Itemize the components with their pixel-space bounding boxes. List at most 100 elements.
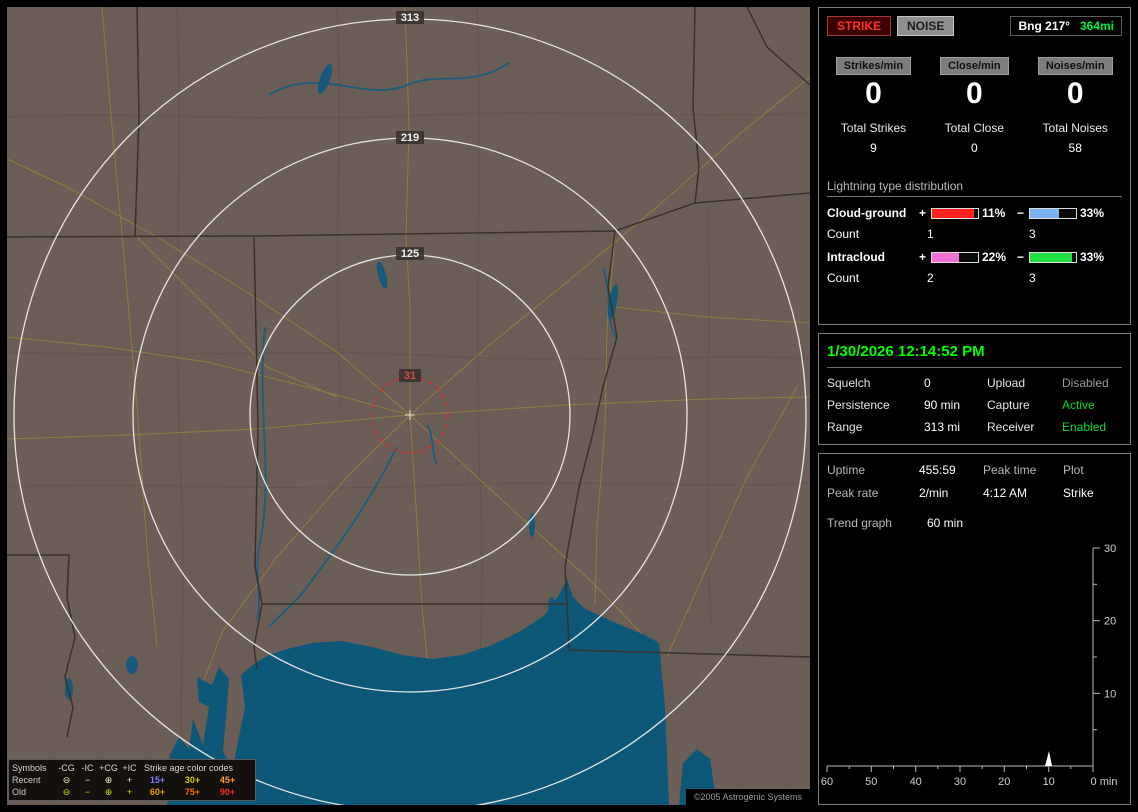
map-canvas: 313 219 125 31 (7, 7, 810, 805)
squelch-upload-row: Squelch 0 Upload Disabled (819, 368, 1130, 390)
age-30: 30+ (184, 775, 201, 785)
legend-header-row: Symbols -CG -IC +CG +IC Strike age color… (12, 762, 252, 774)
map-legend: Symbols -CG -IC +CG +IC Strike age color… (8, 759, 256, 801)
ic-minus-pct: 33% (1080, 250, 1105, 264)
recent-nic-icon: − (84, 775, 91, 785)
ring-label-31: 31 (404, 370, 416, 382)
total-strikes-value: 9 (870, 141, 877, 155)
total-strikes: Total Strikes 9 (823, 121, 924, 155)
noises-per-min: Noises/min 0 (1025, 56, 1126, 111)
peak-rate-label: Peak rate (827, 486, 879, 500)
receiver-label: Receiver (987, 420, 1035, 434)
ic-plus-pct: 22% (982, 250, 1007, 264)
close-per-min-value: 0 (965, 77, 983, 110)
legend-col-pcg: +CG (99, 763, 118, 773)
uptime-label: Uptime (827, 463, 866, 477)
recent-pcg-icon: ⊕ (104, 775, 113, 785)
legend-recent-row: Recent ⊖ − ⊕ + 15+ 30+ 45+ (12, 774, 252, 786)
trend-graph: 30 20 10 60 50 40 30 20 10 0 min (821, 543, 1118, 788)
bearing-distance: 364mi (1079, 19, 1114, 33)
trend-axes (826, 547, 1100, 772)
legend-old-label: Old (12, 787, 27, 797)
peak-time-label: Peak time (983, 463, 1037, 477)
cloud-ground-label: Cloud-ground (827, 206, 907, 220)
cloud-ground-count-row: Count 1 3 (819, 220, 1130, 241)
trend-tick-labels: 30 20 10 60 50 40 30 20 10 0 min (821, 543, 1118, 788)
old-pcg-icon: ⊕ (104, 787, 113, 797)
stats-value-row: Peak rate 2/min 4:12 AM Strike (819, 477, 1130, 500)
cg-minus-bar (1029, 207, 1077, 219)
cg-minus-pct: 33% (1080, 206, 1105, 220)
cloud-ground-row: Cloud-ground + 11% − 33% (819, 197, 1130, 220)
legend-symbols-header: Symbols (12, 763, 47, 773)
copyright-notice: ©2005 Astrogenic Systems (685, 789, 810, 805)
ring-label-219: 219 (401, 132, 419, 144)
total-noises: Total Noises 58 (1025, 121, 1126, 155)
bearing-display: Bng 217° 364mi (1010, 16, 1122, 36)
uptime-value: 455:59 (919, 463, 956, 477)
ic-minus-bar (1029, 251, 1077, 263)
legend-age-header: Strike age color codes (144, 763, 234, 773)
persistence-capture-row: Persistence 90 min Capture Active (819, 390, 1130, 412)
x-tick-10: 10 (1043, 776, 1055, 788)
y-tick-30: 30 (1104, 543, 1116, 555)
totals-row: Total Strikes 9 Total Close 0 Total Nois… (819, 111, 1130, 155)
legend-col-ncg: -CG (58, 763, 75, 773)
age-90: 90+ (219, 787, 236, 797)
trend-graph-label: Trend graph (827, 516, 892, 530)
range-value: 313 mi (924, 420, 961, 434)
cg-plus-pct: 11% (982, 206, 1006, 220)
range-label: Range (827, 420, 863, 434)
recent-ncg-icon: ⊖ (62, 775, 71, 785)
strike-mode-button[interactable]: STRIKE (827, 16, 892, 36)
total-close: Total Close 0 (924, 121, 1025, 155)
cg-minus-sign: − (1016, 206, 1024, 220)
ic-plus-bar (931, 251, 979, 263)
plot-value: Strike (1063, 486, 1094, 500)
trend-panel: Uptime 455:59 Peak time Plot Peak rate 2… (818, 453, 1131, 805)
mode-row: STRIKE NOISE Bng 217° 364mi (819, 8, 1130, 36)
stats-header-row: Uptime 455:59 Peak time Plot (819, 454, 1130, 477)
y-tick-10: 10 (1104, 688, 1116, 700)
squelch-value: 0 (924, 376, 931, 390)
y-tick-20: 20 (1104, 616, 1116, 628)
noises-per-min-chip[interactable]: Noises/min (1037, 57, 1113, 75)
strikes-per-min-chip[interactable]: Strikes/min (835, 57, 912, 75)
recent-pic-icon: + (126, 775, 133, 785)
noises-per-min-value: 0 (1066, 77, 1084, 110)
x-tick-20: 20 (998, 776, 1010, 788)
ic-plus-sign: + (918, 250, 926, 264)
distribution-title: Lightning type distribution (827, 179, 1122, 197)
squelch-label: Squelch (827, 376, 871, 390)
persistence-value: 90 min (924, 398, 961, 412)
close-per-min: Close/min 0 (924, 56, 1025, 111)
strikes-per-min-value: 0 (865, 77, 882, 110)
noise-mode-button[interactable]: NOISE (897, 16, 955, 36)
legend-old-row: Old ⊖ − ⊕ + 60+ 75+ 90+ (12, 786, 252, 798)
plot-label: Plot (1063, 463, 1084, 477)
legend-recent-label: Recent (12, 775, 41, 785)
strikes-per-min: Strikes/min 0 (823, 56, 924, 111)
legend-col-nic: -IC (81, 763, 94, 773)
nexstorm-app: 313 219 125 31 Symbols -CG -IC +CG +IC S… (0, 0, 1138, 812)
rate-counters: Strikes/min 0 Close/min 0 Noises/min 0 (819, 36, 1130, 111)
total-noises-label: Total Noises (1042, 121, 1108, 135)
x-tick-60: 60 (821, 776, 833, 788)
ic-minus-sign: − (1016, 250, 1024, 264)
x-tick-50: 50 (865, 776, 877, 788)
upload-status: Disabled (1062, 376, 1109, 390)
cg-plus-bar (931, 207, 979, 219)
ic-plus-count: 2 (927, 271, 934, 285)
total-strikes-label: Total Strikes (840, 121, 907, 135)
close-per-min-chip[interactable]: Close/min (940, 57, 1009, 75)
trend-graph-window: 60 min (927, 516, 964, 530)
old-ncg-icon: ⊖ (62, 787, 71, 797)
status-panel: 1/30/2026 12:14:52 PM Squelch 0 Upload D… (818, 333, 1131, 445)
range-receiver-row: Range 313 mi Receiver Enabled (819, 412, 1130, 434)
persistence-label: Persistence (827, 398, 890, 412)
trend-graph-row: Trend graph 60 min (819, 500, 1130, 530)
age-45: 45+ (219, 775, 236, 785)
cg-minus-count: 3 (1029, 227, 1036, 241)
capture-status: Active (1062, 398, 1095, 412)
age-60: 60+ (149, 787, 166, 797)
